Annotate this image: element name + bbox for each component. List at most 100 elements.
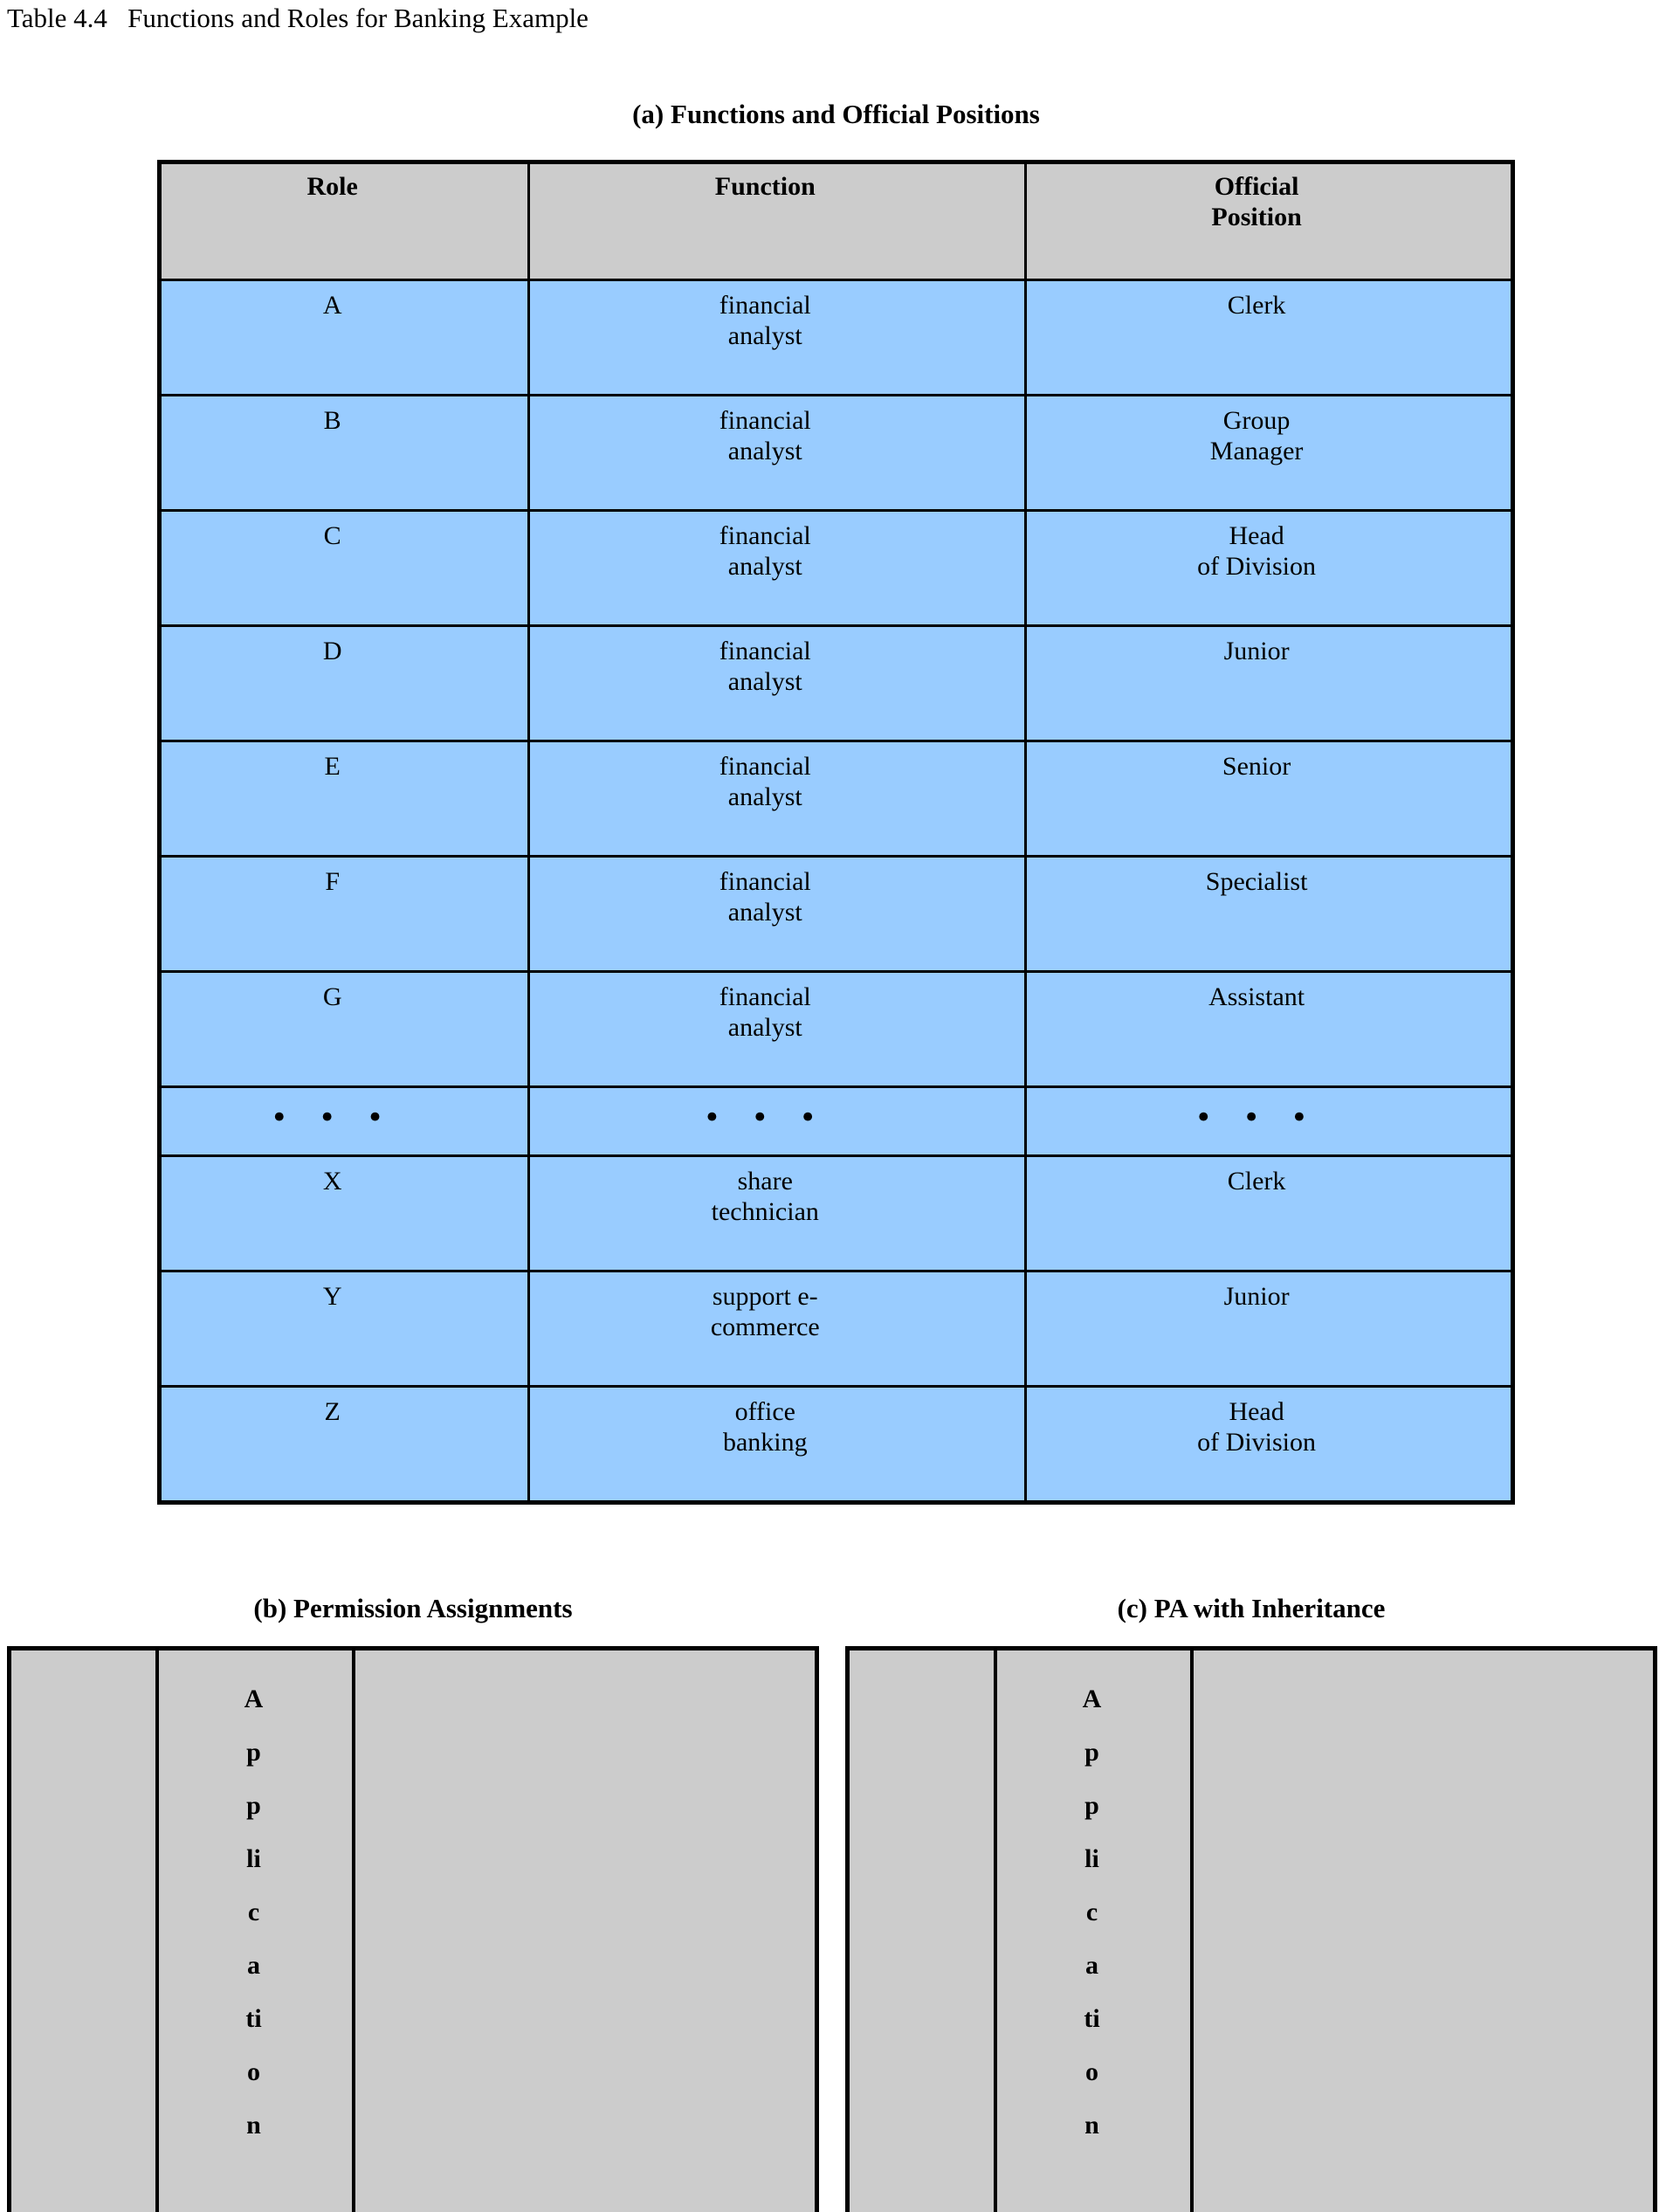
cell-function: financial analyst: [527, 394, 1028, 512]
cell-text: Group: [1222, 406, 1291, 435]
cell-role: E: [157, 740, 531, 858]
ellipsis-icon: • • •: [1195, 1100, 1318, 1135]
cell-text: analyst: [727, 782, 802, 812]
cell-function: financial analyst: [527, 509, 1028, 627]
application-label-char: c: [247, 1898, 260, 1926]
application-label-char: A: [1082, 1685, 1102, 1713]
application-label-char: li: [246, 1844, 261, 1873]
cell-role: A: [157, 279, 531, 396]
cell-role: Y: [157, 1270, 531, 1388]
cell-text: Junior: [1223, 637, 1290, 665]
ellipsis-icon: • • •: [270, 1100, 395, 1135]
cell-text: X: [322, 1167, 342, 1196]
cell-text: analyst: [727, 552, 802, 582]
cell-text: E: [324, 752, 341, 781]
cell-official-position: Head of Division: [1024, 509, 1514, 627]
cell-text: Senior: [1222, 752, 1291, 781]
cell-function: financial analyst: [527, 624, 1028, 742]
cell-role: C: [157, 509, 531, 627]
cell-text: Y: [322, 1282, 342, 1311]
cell-text: Specialist: [1205, 867, 1308, 896]
cell-text: Clerk: [1227, 291, 1286, 320]
part-c-title: (c) PA with Inheritance: [1117, 1593, 1386, 1623]
cell-text: Head: [1229, 521, 1284, 550]
table-row: Afinancial analyst Clerk: [157, 279, 1514, 396]
cell-text: technician: [711, 1197, 819, 1227]
application-label-char: p: [1084, 1738, 1099, 1767]
cell-function: share technician: [527, 1154, 1028, 1272]
panel-c-application-label: Ap p li c a ti o n: [994, 1672, 1190, 2152]
cell-text: support e-: [712, 1282, 818, 1311]
cell-text: office: [734, 1397, 795, 1426]
cell-text: Junior: [1223, 1282, 1290, 1311]
cell-text: of Division: [1197, 1428, 1317, 1457]
cell-role: F: [157, 855, 531, 973]
application-label-char: p: [246, 1791, 261, 1820]
application-label-char: ti: [1084, 2004, 1100, 2033]
cell-text: financial: [719, 291, 811, 320]
table-header-row: Role Function Official Position: [157, 161, 1514, 281]
cell-text: financial: [719, 867, 811, 896]
application-label-char: li: [1084, 1844, 1099, 1873]
panel-b-divider-2: [352, 1646, 355, 2212]
part-a-title: (a) Functions and Official Positions: [632, 99, 1040, 129]
table-row: Xshare technician Clerk: [157, 1154, 1514, 1272]
cell-text: financial: [719, 406, 811, 435]
cell-function: financial analyst: [527, 855, 1028, 973]
cell-text: Clerk: [1227, 1167, 1286, 1196]
cell-text: of Division: [1197, 552, 1317, 582]
table-row: Cfinancial analyst Head of Division: [157, 509, 1514, 627]
part-b-title: (b) Permission Assignments: [253, 1593, 573, 1623]
cell-official-position: Specialist: [1024, 855, 1514, 973]
cell-official-position: Group Manager: [1024, 394, 1514, 512]
cell-text: financial: [719, 521, 811, 550]
application-label-char: n: [246, 2111, 261, 2140]
ellipsis-icon: • • •: [703, 1100, 828, 1135]
cell-text: F: [325, 867, 341, 896]
column-header-function-label: Function: [714, 172, 816, 201]
table-row: Gfinancial analyst Assistant: [157, 970, 1514, 1088]
cell-text: financial: [719, 982, 811, 1011]
cell-text: analyst: [727, 898, 802, 927]
application-label-char: p: [1084, 1791, 1099, 1820]
cell-text: commerce: [710, 1313, 820, 1342]
permission-assignments-panel: Ap p li c a ti o n: [7, 1646, 819, 2212]
table-row: • • • • • • • • •: [157, 1085, 1514, 1157]
cell-function: financial analyst: [527, 740, 1028, 858]
cell-official-position: Junior: [1024, 1270, 1514, 1388]
column-header-official-position-line2: Position: [1211, 203, 1302, 232]
cell-text: Z: [324, 1397, 341, 1426]
cell-text: Head: [1229, 1397, 1284, 1426]
cell-text: C: [323, 521, 341, 550]
cell-role: X: [157, 1154, 531, 1272]
table-body: Afinancial analyst Clerk Bfinancial analyst G…: [157, 279, 1514, 1504]
cell-text: analyst: [727, 1013, 802, 1043]
cell-role: • • •: [157, 1085, 531, 1157]
application-label-char: p: [246, 1738, 261, 1767]
cell-text: analyst: [727, 321, 802, 351]
panel-c-divider-2: [1190, 1646, 1194, 2212]
cell-text: A: [322, 291, 342, 320]
table-row: Bfinancial analyst Group Manager: [157, 394, 1514, 512]
cell-function: support e-commerce: [527, 1270, 1028, 1388]
cell-official-position: Junior: [1024, 624, 1514, 742]
table-header: Role Function Official Position: [157, 161, 1514, 281]
cell-text: B: [323, 406, 341, 435]
cell-official-position: Head of Division: [1024, 1385, 1514, 1504]
panel-b-application-label: Ap p li c a ti o n: [155, 1672, 352, 2152]
application-label-char: a: [1085, 1951, 1098, 1980]
functions-roles-table: Role Function Official Position Afinanci…: [157, 160, 1515, 1505]
cell-text: Assistant: [1208, 982, 1305, 1011]
cell-role: B: [157, 394, 531, 512]
cell-function: financial analyst: [527, 279, 1028, 396]
cell-text: financial: [719, 752, 811, 781]
column-header-role-label: Role: [306, 172, 358, 201]
cell-official-position: Assistant: [1024, 970, 1514, 1088]
cell-function: financial analyst: [527, 970, 1028, 1088]
cell-text: banking: [722, 1428, 808, 1457]
table-caption: Table 4.4 Functions and Roles for Bankin…: [7, 3, 589, 33]
cell-role: G: [157, 970, 531, 1088]
cell-text: share: [737, 1167, 793, 1196]
column-header-official-position-line1: Official: [1214, 172, 1299, 201]
application-label-char: n: [1084, 2111, 1099, 2140]
